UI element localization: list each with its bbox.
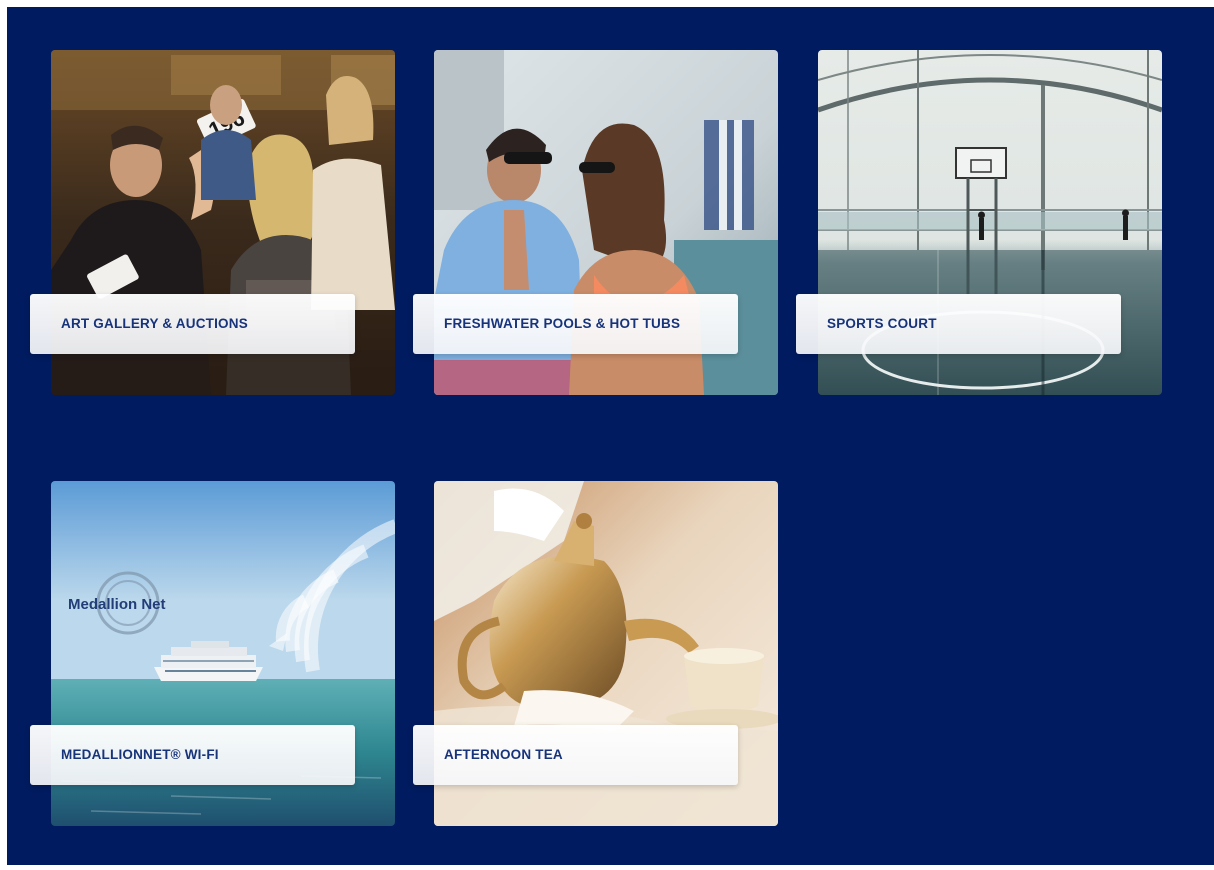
amenity-title: SPORTS COURT [827, 316, 937, 331]
amenity-label-sports-court[interactable]: SPORTS COURT [796, 294, 1121, 354]
medallion-net-logo-text: Medallion Net [68, 596, 166, 613]
amenity-title: AFTERNOON TEA [444, 747, 563, 762]
amenity-label-wifi[interactable]: MEDALLIONNET® WI-FI [30, 725, 355, 785]
amenity-title: MEDALLIONNET® WI-FI [61, 747, 219, 762]
amenity-label-afternoon-tea[interactable]: AFTERNOON TEA [413, 725, 738, 785]
amenity-title: ART GALLERY & AUCTIONS [61, 316, 248, 331]
amenity-label-pools[interactable]: FRESHWATER POOLS & HOT TUBS [413, 294, 738, 354]
amenity-label-art-gallery[interactable]: ART GALLERY & AUCTIONS [30, 294, 355, 354]
amenity-title: FRESHWATER POOLS & HOT TUBS [444, 316, 681, 331]
